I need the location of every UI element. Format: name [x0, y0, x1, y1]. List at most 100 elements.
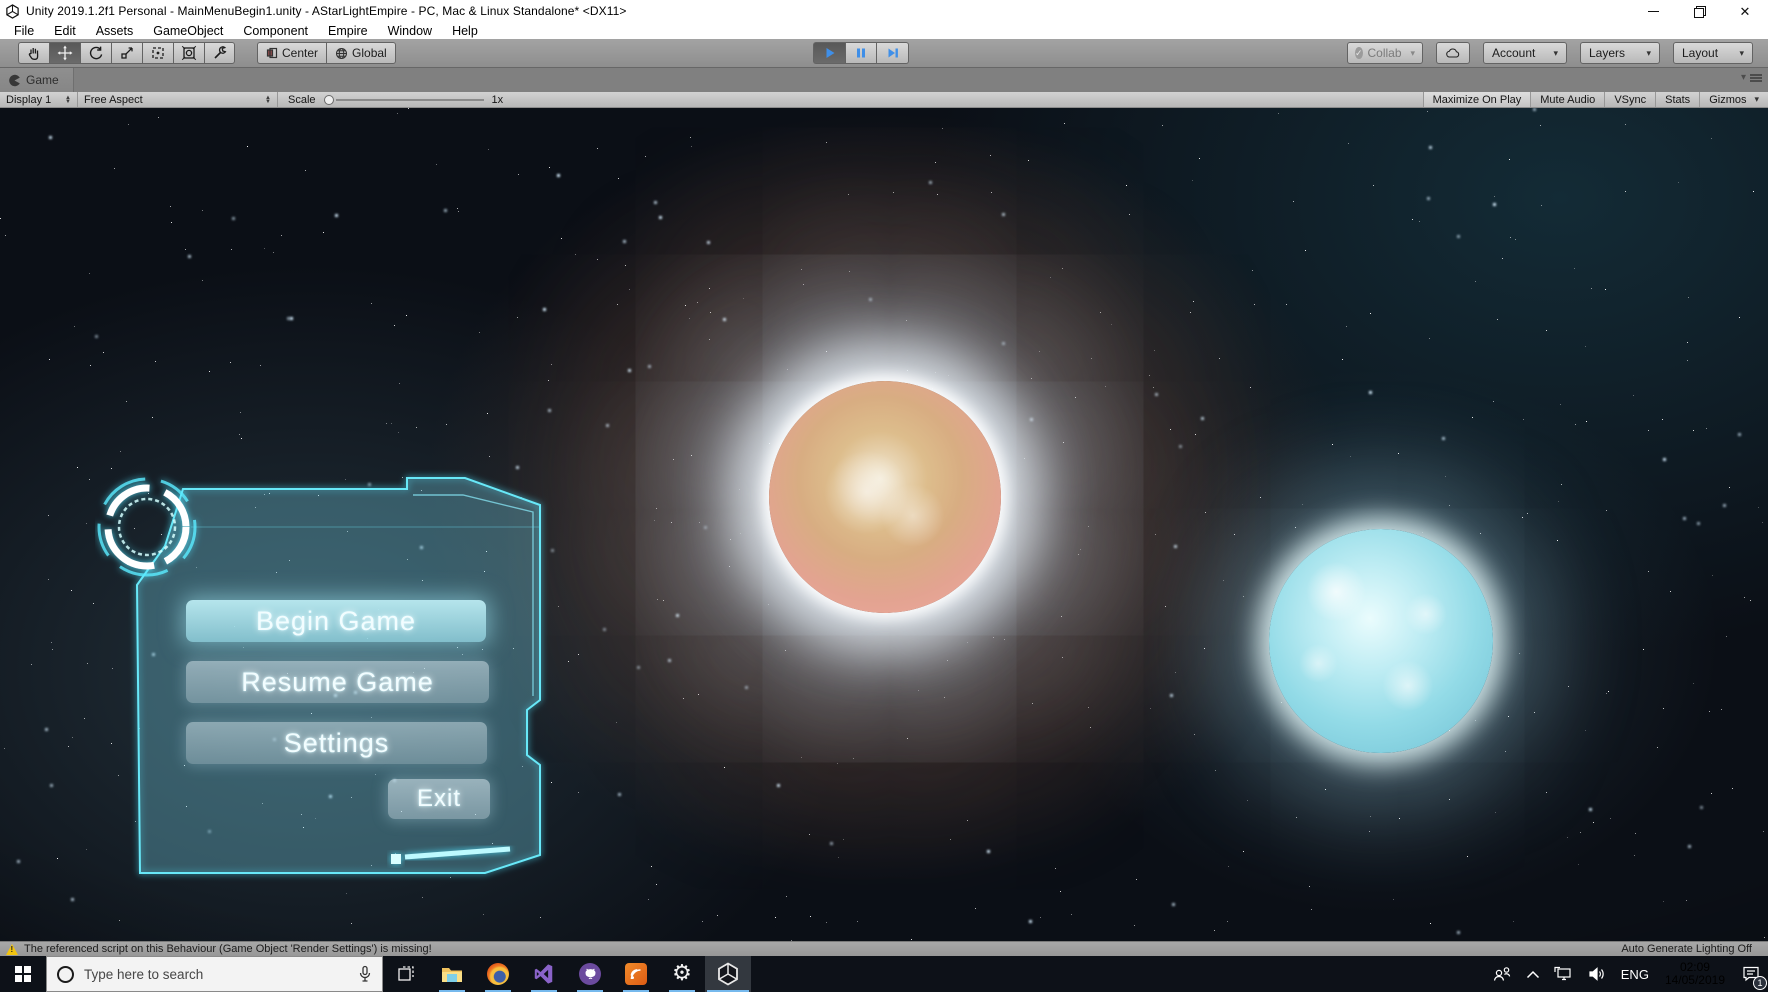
start-button[interactable] — [0, 956, 46, 992]
game-tab-icon — [9, 74, 20, 86]
resume-game-button[interactable]: Resume Game — [186, 661, 489, 703]
taskbar-app-settings[interactable]: ⚙ — [659, 956, 705, 992]
title-bar: Unity 2019.1.2f1 Personal - MainMenuBegi… — [0, 0, 1768, 22]
menu-assets[interactable]: Assets — [86, 24, 144, 38]
scale-label: Scale — [288, 93, 316, 106]
tab-game[interactable]: Game — [0, 68, 74, 92]
speaker-icon — [1589, 967, 1604, 981]
starfield-bright — [0, 108, 1, 109]
status-bar[interactable]: The referenced script on this Behaviour … — [0, 941, 1768, 956]
game-viewport: Begin Game Resume Game Settings Exit — [0, 108, 1768, 941]
play-button[interactable] — [813, 42, 845, 64]
custom-tool-button[interactable] — [204, 42, 235, 64]
scale-tool-button[interactable] — [111, 42, 142, 64]
language-indicator[interactable]: ENG — [1614, 956, 1656, 992]
collab-check-icon: ✓ — [1354, 47, 1363, 59]
globe-icon — [336, 47, 348, 59]
step-button[interactable] — [877, 42, 909, 64]
pivot-controls: Center Global — [257, 42, 396, 64]
chevron-down-icon: ▾ — [1646, 47, 1651, 58]
menu-edit[interactable]: Edit — [44, 24, 86, 38]
action-center-button[interactable]: 1 — [1734, 956, 1768, 992]
chevron-down-icon: ▾ — [1553, 47, 1558, 58]
taskbar-search[interactable] — [46, 956, 383, 992]
rotate-tool-button[interactable] — [80, 42, 111, 64]
people-icon — [1493, 967, 1510, 981]
cloud-button[interactable] — [1436, 42, 1470, 64]
menu-window[interactable]: Window — [378, 24, 442, 38]
hand-tool-button[interactable] — [18, 42, 49, 64]
restore-button[interactable] — [1676, 0, 1722, 22]
notification-badge: 1 — [1753, 976, 1767, 990]
transform-tool-button[interactable] — [173, 42, 204, 64]
pause-button[interactable] — [845, 42, 877, 64]
move-tool-button[interactable] — [49, 42, 80, 64]
window-title: Unity 2019.1.2f1 Personal - MainMenuBegi… — [26, 4, 627, 18]
chevron-down-icon: ▾ — [1410, 47, 1416, 58]
clock[interactable]: 02:09 14/05/2019 — [1656, 961, 1734, 987]
tool-buttons — [18, 42, 235, 64]
menu-empire[interactable]: Empire — [318, 24, 378, 38]
begin-game-button[interactable]: Begin Game — [186, 600, 486, 642]
layers-label: Layers — [1589, 46, 1626, 60]
taskbar-app-rss[interactable] — [613, 956, 659, 992]
visual-studio-icon — [534, 964, 553, 984]
mute-audio-label: Mute Audio — [1540, 93, 1596, 106]
stats-button[interactable]: Stats — [1655, 92, 1699, 107]
layout-dropdown[interactable]: Layout ▾ — [1673, 42, 1753, 64]
display-dropdown[interactable]: Display 1 ▲ ▼ — [0, 92, 78, 107]
unity-logo-icon — [6, 3, 19, 19]
exit-button[interactable]: Exit — [388, 779, 490, 819]
view-tab-bar: Game ▾ — [0, 68, 1768, 92]
maximize-on-play-label: Maximize On Play — [1432, 93, 1522, 106]
center-pivot-icon — [266, 47, 278, 59]
rect-tool-icon — [152, 47, 164, 59]
close-button[interactable]: ✕ — [1722, 0, 1768, 22]
taskbar-app-unity[interactable] — [705, 956, 751, 992]
people-button[interactable] — [1485, 956, 1519, 992]
menu-component[interactable]: Component — [233, 24, 318, 38]
search-input[interactable] — [84, 966, 348, 982]
rect-tool-button[interactable] — [142, 42, 173, 64]
account-dropdown[interactable]: Account ▾ — [1483, 42, 1567, 64]
microphone-icon[interactable] — [358, 965, 372, 983]
collab-button[interactable]: ✓ Collab ▾ — [1347, 42, 1423, 64]
maximize-on-play-button[interactable]: Maximize On Play — [1422, 92, 1531, 107]
volume-button[interactable] — [1581, 956, 1614, 992]
gear-icon: ⚙ — [672, 961, 692, 986]
task-view-icon — [398, 966, 414, 981]
menu-help[interactable]: Help — [442, 24, 488, 38]
stats-label: Stats — [1665, 93, 1691, 106]
scale-slider-track[interactable] — [335, 98, 484, 101]
menu-file[interactable]: File — [4, 24, 44, 38]
task-view-button[interactable] — [383, 956, 429, 992]
tab-corner-controls[interactable]: ▾ — [1741, 72, 1762, 83]
pivot-global-button[interactable]: Global — [326, 42, 396, 64]
rotate-tool-icon — [89, 46, 103, 60]
aspect-dropdown[interactable]: Free Aspect ▲ ▼ — [78, 92, 278, 107]
layers-dropdown[interactable]: Layers ▾ — [1580, 42, 1660, 64]
auto-generate-lighting-toggle[interactable]: Auto Generate Lighting Off — [1621, 943, 1762, 955]
menu-bar: File Edit Assets GameObject Component Em… — [0, 22, 1768, 39]
popup-arrows-icon: ▲ ▼ — [265, 94, 271, 105]
taskbar-app-visual-studio[interactable] — [521, 956, 567, 992]
scale-slider-knob[interactable] — [323, 94, 334, 105]
transform-tool-icon — [181, 45, 197, 61]
resume-game-label: Resume Game — [241, 666, 434, 697]
tray-expand-button[interactable] — [1519, 956, 1547, 992]
pivot-center-button[interactable]: Center — [257, 42, 327, 64]
taskbar-app-file-explorer[interactable] — [429, 956, 475, 992]
gizmos-label: Gizmos — [1709, 93, 1747, 106]
taskbar-app-firefox[interactable] — [475, 956, 521, 992]
minimize-button[interactable] — [1630, 0, 1676, 22]
panel-bottom-node — [391, 854, 401, 864]
mute-audio-button[interactable]: Mute Audio — [1530, 92, 1604, 107]
network-button[interactable] — [1547, 956, 1581, 992]
minimize-icon — [1647, 10, 1659, 12]
vsync-button[interactable]: VSync — [1604, 92, 1655, 107]
taskbar-app-github-desktop[interactable] — [567, 956, 613, 992]
network-icon — [1554, 966, 1571, 981]
gizmos-dropdown[interactable]: Gizmos ▾ — [1699, 92, 1768, 107]
menu-gameobject[interactable]: GameObject — [143, 24, 233, 38]
settings-button[interactable]: Settings — [186, 722, 487, 764]
